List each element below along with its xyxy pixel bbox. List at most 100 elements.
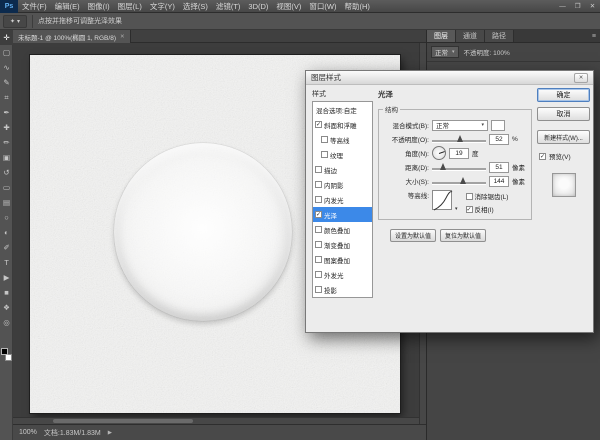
menu-item-5[interactable]: 选择(S) bbox=[179, 0, 212, 13]
distance-slider[interactable] bbox=[432, 162, 486, 173]
panel-tab-1[interactable]: 通道 bbox=[456, 30, 485, 42]
invert-checkbox[interactable]: ✓ 反相(I) bbox=[466, 204, 509, 214]
preview-checkbox[interactable]: ✓ 预览(V) bbox=[539, 151, 590, 161]
angle-input[interactable]: 19 bbox=[449, 148, 469, 159]
history-brush-tool[interactable]: ↺ bbox=[0, 165, 13, 180]
style-item-inner-shadow[interactable]: 内阴影 bbox=[313, 177, 372, 192]
antialias-checkbox-box[interactable] bbox=[466, 193, 473, 200]
menu-item-6[interactable]: 滤镜(T) bbox=[212, 0, 245, 13]
path-selection-tool[interactable]: ▶ bbox=[0, 270, 13, 285]
style-checkbox-drop-shadow[interactable] bbox=[315, 286, 322, 293]
style-item-color-overlay[interactable]: 颜色叠加 bbox=[313, 222, 372, 237]
hand-tool[interactable]: ❖ bbox=[0, 300, 13, 315]
satin-color-swatch[interactable] bbox=[491, 120, 505, 131]
style-item-texture[interactable]: 纹理 bbox=[313, 147, 372, 162]
panel-tab-0[interactable]: 图层 bbox=[427, 30, 456, 42]
color-swatches[interactable] bbox=[1, 348, 12, 361]
crop-tool[interactable]: ⌗ bbox=[0, 90, 13, 105]
style-checkbox-bevel-emboss[interactable]: ✓ bbox=[315, 121, 322, 128]
menu-item-7[interactable]: 3D(D) bbox=[244, 0, 272, 13]
cancel-button[interactable]: 取消 bbox=[537, 107, 590, 121]
blur-tool[interactable]: ○ bbox=[0, 210, 13, 225]
style-checkbox-stroke[interactable] bbox=[315, 166, 322, 173]
new-style-button[interactable]: 新建样式(W)... bbox=[537, 130, 590, 144]
menu-item-4[interactable]: 文字(Y) bbox=[146, 0, 179, 13]
gradient-tool[interactable]: ▤ bbox=[0, 195, 13, 210]
style-item-pattern-overlay[interactable]: 图案叠加 bbox=[313, 252, 372, 267]
foreground-color-swatch[interactable] bbox=[1, 348, 8, 355]
dialog-title-bar[interactable]: 图层样式 ✕ bbox=[306, 71, 593, 85]
antialias-checkbox[interactable]: 消除锯齿(L) bbox=[466, 191, 509, 201]
style-checkbox-pattern-overlay[interactable] bbox=[315, 256, 322, 263]
healing-brush-tool[interactable]: ✚ bbox=[0, 120, 13, 135]
move-tool[interactable]: ✛ bbox=[0, 30, 13, 45]
restore-button[interactable]: ❐ bbox=[570, 0, 585, 13]
contour-thumbnail[interactable] bbox=[432, 190, 452, 210]
size-input[interactable]: 144 bbox=[489, 176, 509, 187]
distance-input[interactable]: 51 bbox=[489, 162, 509, 173]
style-item-stroke[interactable]: 描边 bbox=[313, 162, 372, 177]
dodge-tool[interactable]: ◐ bbox=[0, 225, 13, 240]
size-slider-thumb[interactable] bbox=[460, 177, 466, 184]
invert-checkbox-box[interactable]: ✓ bbox=[466, 206, 473, 213]
menu-item-0[interactable]: 文件(F) bbox=[18, 0, 51, 13]
status-menu-arrow-icon[interactable]: ▶ bbox=[108, 430, 112, 436]
background-color-swatch[interactable] bbox=[5, 354, 12, 361]
shape-tool[interactable]: ■ bbox=[0, 285, 13, 300]
style-item-contour[interactable]: 等高线 bbox=[313, 132, 372, 147]
dialog-close-icon[interactable]: ✕ bbox=[574, 73, 588, 83]
marquee-tool[interactable]: ▢ bbox=[0, 45, 13, 60]
brush-tool[interactable]: ✏ bbox=[0, 135, 13, 150]
zoom-tool[interactable]: ◎ bbox=[0, 315, 13, 330]
quick-selection-tool[interactable]: ✎ bbox=[0, 75, 13, 90]
style-checkbox-contour[interactable] bbox=[321, 136, 328, 143]
style-checkbox-satin[interactable]: ✓ bbox=[315, 211, 322, 218]
opacity-slider[interactable] bbox=[432, 134, 486, 145]
angle-dial[interactable] bbox=[432, 146, 446, 160]
pen-tool[interactable]: ✐ bbox=[0, 240, 13, 255]
style-item-bevel-emboss[interactable]: ✓斜面和浮雕 bbox=[313, 117, 372, 132]
menu-item-10[interactable]: 帮助(H) bbox=[341, 0, 374, 13]
close-button[interactable]: ✕ bbox=[585, 0, 600, 13]
horizontal-scrollbar[interactable] bbox=[13, 417, 419, 424]
style-item-satin[interactable]: ✓光泽 bbox=[313, 207, 372, 222]
minimize-button[interactable]: — bbox=[555, 0, 570, 13]
style-item-gradient-overlay[interactable]: 渐变叠加 bbox=[313, 237, 372, 252]
blend-mode-select[interactable]: 正常 ▾ bbox=[432, 120, 488, 131]
tool-preset-button[interactable]: ✦ ▾ bbox=[3, 15, 27, 28]
menu-item-9[interactable]: 窗口(W) bbox=[305, 0, 340, 13]
type-tool[interactable]: T bbox=[0, 255, 13, 270]
zoom-level-field[interactable]: 100% bbox=[19, 429, 37, 436]
layer-blend-mode-select[interactable]: 正常 ▾ bbox=[431, 46, 459, 58]
panel-menu-icon[interactable]: ≡ bbox=[588, 30, 600, 42]
style-checkbox-outer-glow[interactable] bbox=[315, 271, 322, 278]
ellipse-shape-layer[interactable] bbox=[114, 143, 292, 321]
document-tab[interactable]: 未标题-1 @ 100%(椭圆 1, RGB/8) ✕ bbox=[13, 30, 131, 43]
size-slider[interactable] bbox=[432, 176, 486, 187]
style-checkbox-inner-glow[interactable] bbox=[315, 196, 322, 203]
opacity-slider-thumb[interactable] bbox=[457, 135, 463, 142]
style-item-blending-options[interactable]: 混合选项:自定 bbox=[313, 102, 372, 117]
style-item-drop-shadow[interactable]: 投影 bbox=[313, 282, 372, 297]
style-checkbox-inner-shadow[interactable] bbox=[315, 181, 322, 188]
lasso-tool[interactable]: ∿ bbox=[0, 60, 13, 75]
style-item-outer-glow[interactable]: 外发光 bbox=[313, 267, 372, 282]
eraser-tool[interactable]: ▭ bbox=[0, 180, 13, 195]
style-checkbox-texture[interactable] bbox=[321, 151, 328, 158]
panel-tab-2[interactable]: 路径 bbox=[485, 30, 514, 42]
contour-picker-arrow-icon[interactable]: ▾ bbox=[455, 206, 458, 212]
style-checkbox-color-overlay[interactable] bbox=[315, 226, 322, 233]
opacity-input[interactable]: 52 bbox=[489, 134, 509, 145]
set-default-button[interactable]: 设置为默认值 bbox=[390, 229, 436, 242]
clone-stamp-tool[interactable]: ▣ bbox=[0, 150, 13, 165]
distance-slider-thumb[interactable] bbox=[440, 163, 446, 170]
style-item-inner-glow[interactable]: 内发光 bbox=[313, 192, 372, 207]
menu-item-8[interactable]: 视图(V) bbox=[272, 0, 305, 13]
ok-button[interactable]: 确定 bbox=[537, 88, 590, 102]
reset-default-button[interactable]: 复位为默认值 bbox=[440, 229, 486, 242]
tab-close-icon[interactable]: ✕ bbox=[120, 34, 125, 40]
style-checkbox-gradient-overlay[interactable] bbox=[315, 241, 322, 248]
menu-item-3[interactable]: 图层(L) bbox=[114, 0, 146, 13]
layer-opacity-field[interactable]: 不透明度: 100% bbox=[464, 47, 510, 57]
preview-checkbox-box[interactable]: ✓ bbox=[539, 153, 546, 160]
